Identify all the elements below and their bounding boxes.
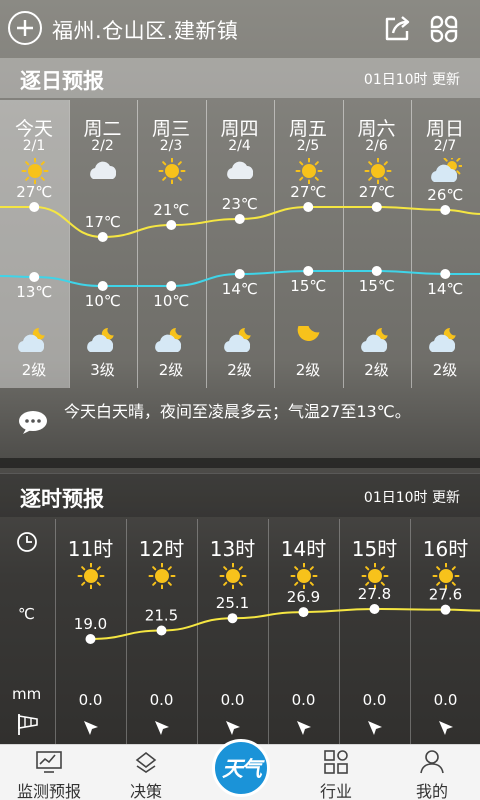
high-temp-label: 23℃ (222, 195, 258, 213)
hourly-temperature-chart: 19.0 21.5 25.1 26.9 27.8 27.6 (74, 585, 480, 644)
daily-forecast-header: 逐日预报 01日10时 更新 (0, 58, 480, 98)
nav-profile[interactable]: 我的 (384, 745, 480, 800)
summary-text: 今天白天晴，夜间至凌晨多云；气温27至13℃。 (64, 402, 411, 421)
nav-profile-label: 我的 (415, 782, 448, 800)
nav-decision[interactable]: 决策 (98, 745, 194, 800)
low-temp-point (440, 269, 451, 279)
high-temp-point (440, 205, 451, 215)
hourly-temp-label: 19.0 (74, 615, 107, 633)
hourly-temp-label: 26.9 (287, 588, 320, 606)
hourly-temp-point (85, 634, 96, 644)
low-temp-point (97, 281, 108, 291)
low-temp-label: 14℃ (427, 280, 463, 298)
monitor-icon (36, 751, 62, 773)
high-temp-point (234, 214, 245, 224)
share-icon[interactable] (381, 13, 413, 45)
hourly-temp-point (298, 607, 309, 618)
hourly-temp-point (156, 625, 167, 636)
high-temp-point (303, 202, 314, 212)
hourly-temp-label: 27.8 (358, 585, 391, 603)
daily-title: 逐日预报 (20, 69, 104, 93)
low-temp-label: 10℃ (85, 292, 121, 310)
hourly-temp-label: 25.1 (216, 594, 249, 612)
low-temp-label: 10℃ (153, 292, 189, 310)
low-temp-point (371, 266, 382, 276)
high-temp-label: 27℃ (359, 183, 395, 201)
high-temp-label: 21℃ (153, 201, 189, 219)
add-city-button[interactable] (8, 11, 42, 45)
nav-weather-button[interactable]: 天气 (212, 739, 270, 797)
hourly-forecast-header: 逐时预报 01日10时 更新 (0, 473, 480, 517)
industry-icon (324, 750, 348, 774)
high-temp-point (29, 202, 40, 212)
daily-forecast[interactable]: 今天 2/1 2级 周二 2/2 3级 周三 2/3 2级 周四 2/4 2级 周五 2/5 2级 周六 2/6… (0, 100, 480, 388)
low-temp-label: 15℃ (290, 277, 326, 295)
hourly-temp-label: 21.5 (145, 606, 178, 624)
high-temp-point (166, 220, 177, 230)
hourly-update-time: 01日10时 更新 (363, 490, 460, 506)
nav-decision-label: 决策 (129, 782, 162, 800)
hourly-title: 逐时预报 (20, 487, 104, 511)
daily-temperature-chart: 27℃ 17℃ 21℃ 23℃ 27℃ 27℃ 26℃ 13℃ 10℃ 10℃ 14℃ 15℃ 15℃ 1… (0, 183, 480, 310)
high-temp-point (97, 232, 108, 242)
location-title[interactable]: 福州.仓山区.建新镇 (52, 15, 238, 45)
low-temp-point (166, 281, 177, 291)
daily-update-time: 01日10时 更新 (363, 72, 460, 88)
low-temp-label: 15℃ (359, 277, 395, 295)
add-icon (17, 20, 33, 36)
nav-weather-label: 天气 (222, 757, 262, 781)
weather-summary: 今天白天晴，夜间至凌晨多云；气温27至13℃。 (0, 390, 480, 456)
chat-bubble-icon (19, 411, 47, 434)
hourly-forecast[interactable]: ℃ mm 11时 0.0 12时 0.0 13时 0.0 14时 0.0 15时 0.0 16时 0.… (0, 519, 480, 744)
low-temp-point (234, 269, 245, 279)
profile-icon (420, 750, 444, 774)
high-temp-label: 17℃ (85, 213, 121, 231)
nav-industry[interactable]: 行业 (288, 745, 384, 800)
bottom-navigation: 监测预报 决策 天气 行业 我的 (0, 739, 480, 800)
hourly-temp-point (440, 604, 451, 615)
high-temp-label: 26℃ (427, 186, 463, 204)
nav-monitor[interactable]: 监测预报 (0, 745, 98, 800)
high-temp-label: 27℃ (290, 183, 326, 201)
high-temp-point (371, 202, 382, 212)
high-temp-label: 27℃ (16, 183, 52, 201)
decision-icon (135, 751, 157, 773)
section-divider (0, 458, 480, 468)
low-temp-label: 14℃ (222, 280, 258, 298)
nav-monitor-label: 监测预报 (16, 782, 81, 800)
hourly-temp-point (369, 604, 380, 614)
low-temp-point (303, 266, 314, 276)
hourly-temp-label: 27.6 (429, 586, 462, 604)
nav-industry-label: 行业 (319, 782, 352, 800)
grid-icon[interactable] (428, 13, 460, 45)
low-temp-label: 13℃ (16, 283, 52, 301)
top-bar: 福州.仓山区.建新镇 (0, 0, 480, 58)
low-temp-point (29, 272, 40, 282)
hourly-temp-point (227, 613, 238, 624)
